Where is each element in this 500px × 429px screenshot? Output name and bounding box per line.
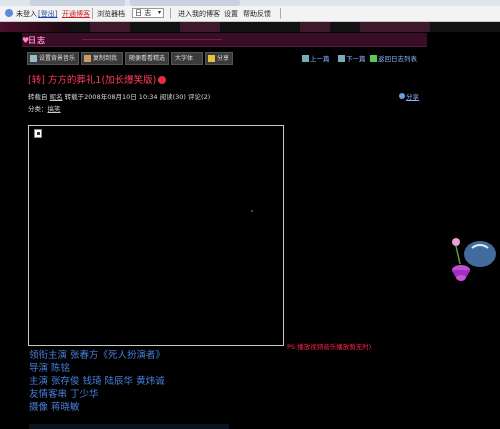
toolbar-divider (92, 8, 93, 19)
view-select-value: 日 志 (135, 9, 152, 17)
banner-shape (300, 22, 330, 32)
share-icon (208, 55, 215, 62)
credits-list: 领衔主演 张春方《死人扮演者》 导演 陈铭 主演 张存俊 钱琦 陆辰华 黄炜诚 … (29, 349, 319, 414)
back-arrow-icon (370, 55, 377, 62)
back-to-list-label: 返回日志列表 (378, 55, 417, 63)
blog-logo[interactable]: 日志 (28, 35, 46, 46)
post-meta: 转载自 昵名 转载于2008年08月10日 10:34 阅读(30) 评论(2) (28, 91, 210, 101)
copy-icon (84, 55, 91, 62)
prev-post-link[interactable]: 上一篇 (302, 53, 330, 63)
user-status: 未登入 (16, 10, 37, 18)
prev-icon (302, 55, 309, 62)
meta-posted: 转载于2008年08月10日 10:34 (64, 93, 158, 101)
user-icon (5, 9, 13, 17)
settings-link[interactable]: 设置 (224, 9, 238, 19)
next-icon (338, 55, 345, 62)
signup-link[interactable]: 开通博客 (62, 9, 90, 19)
credit-line: 摄像 蒋晓敏 (29, 402, 80, 413)
emoji-icon (158, 76, 167, 84)
nav-divider (82, 39, 222, 40)
post-toolbar: 设置背景音乐 复制到我 随便看看精选 大字体 分享 上一篇 下一篇 返回日志列表 (22, 52, 427, 66)
post-title-text: [转] 方方的葬礼1(加长爆笑版) (28, 75, 157, 86)
music-icon (30, 55, 37, 62)
video-embed[interactable] (28, 125, 284, 346)
random-label: 随便看看精选 (129, 55, 166, 62)
copy-label: 复制到我 (93, 55, 118, 62)
credit-line: 领衔主演 张春方《死人扮演者》 (29, 350, 166, 361)
login-link[interactable]: [登出] (38, 9, 57, 19)
meta-author[interactable]: 昵名 (50, 93, 63, 101)
flower-pot-decoration (452, 238, 496, 281)
back-to-list-link[interactable]: 返回日志列表 (370, 53, 417, 63)
broken-plugin-icon (34, 129, 42, 138)
bg-music-button[interactable]: 设置背景音乐 (27, 52, 79, 65)
share-label: 分享 (217, 55, 230, 62)
share-globe-icon (399, 93, 405, 99)
post-category: 分类：搞笑 (28, 103, 61, 113)
copy-button[interactable]: 复制到我 (81, 52, 123, 65)
banner-shape (90, 22, 130, 32)
share-button[interactable]: 分享 (205, 52, 233, 65)
chevron-down-icon[interactable]: ▾ (158, 9, 161, 16)
banner-shape (180, 22, 220, 32)
enter-profile-link[interactable]: 进入我的博客 (178, 9, 220, 19)
deco-flower (452, 238, 460, 246)
help-link[interactable]: 帮助反馈 (243, 9, 271, 19)
meta-comments[interactable]: 评论(2) (188, 93, 210, 101)
random-button[interactable]: 随便看看精选 (125, 52, 169, 65)
banner-shape (360, 22, 430, 32)
share-link-label: 分享 (406, 93, 419, 101)
toolbar-divider (170, 8, 171, 19)
category-label: 分类： (28, 105, 48, 113)
large-font-label: 大字体 (175, 55, 194, 62)
share-link[interactable]: 分享 (399, 91, 419, 101)
next-post-link[interactable]: 下一篇 (338, 53, 366, 63)
credit-line: 主演 张存俊 钱琦 陆辰华 黄炜诚 (29, 376, 165, 387)
player-speck (251, 210, 253, 212)
prev-post-label: 上一篇 (310, 55, 330, 63)
cut-off-content (29, 424, 229, 429)
next-post-label: 下一篇 (346, 55, 366, 63)
large-font-button[interactable]: 大字体 (171, 52, 203, 65)
toolbar-divider (280, 8, 281, 19)
blog-header-banner (0, 22, 500, 32)
banner-left (0, 22, 70, 32)
deco-stem (455, 245, 461, 265)
bg-music-label: 设置背景音乐 (39, 55, 76, 62)
meta-reads: 阅读(30) (159, 93, 186, 101)
browser-toolbar: 未登入 [登出] 开通博客 浏览器档 日 志 ▾ 进入我的博客 设置 帮助反馈 (0, 6, 500, 22)
post-title: [转] 方方的葬礼1(加长爆笑版) (28, 72, 167, 86)
category-link[interactable]: 搞笑 (48, 105, 61, 113)
blog-nav: ♥ 日志 (22, 33, 427, 47)
credit-line: 友情客串 丁少华 (29, 389, 99, 400)
deco-pot-shine (456, 275, 466, 281)
meta-prefix: 转载自 (28, 93, 48, 101)
dropdown-label: 浏览器档 (97, 10, 125, 18)
credit-line: 导演 陈铭 (29, 363, 71, 374)
